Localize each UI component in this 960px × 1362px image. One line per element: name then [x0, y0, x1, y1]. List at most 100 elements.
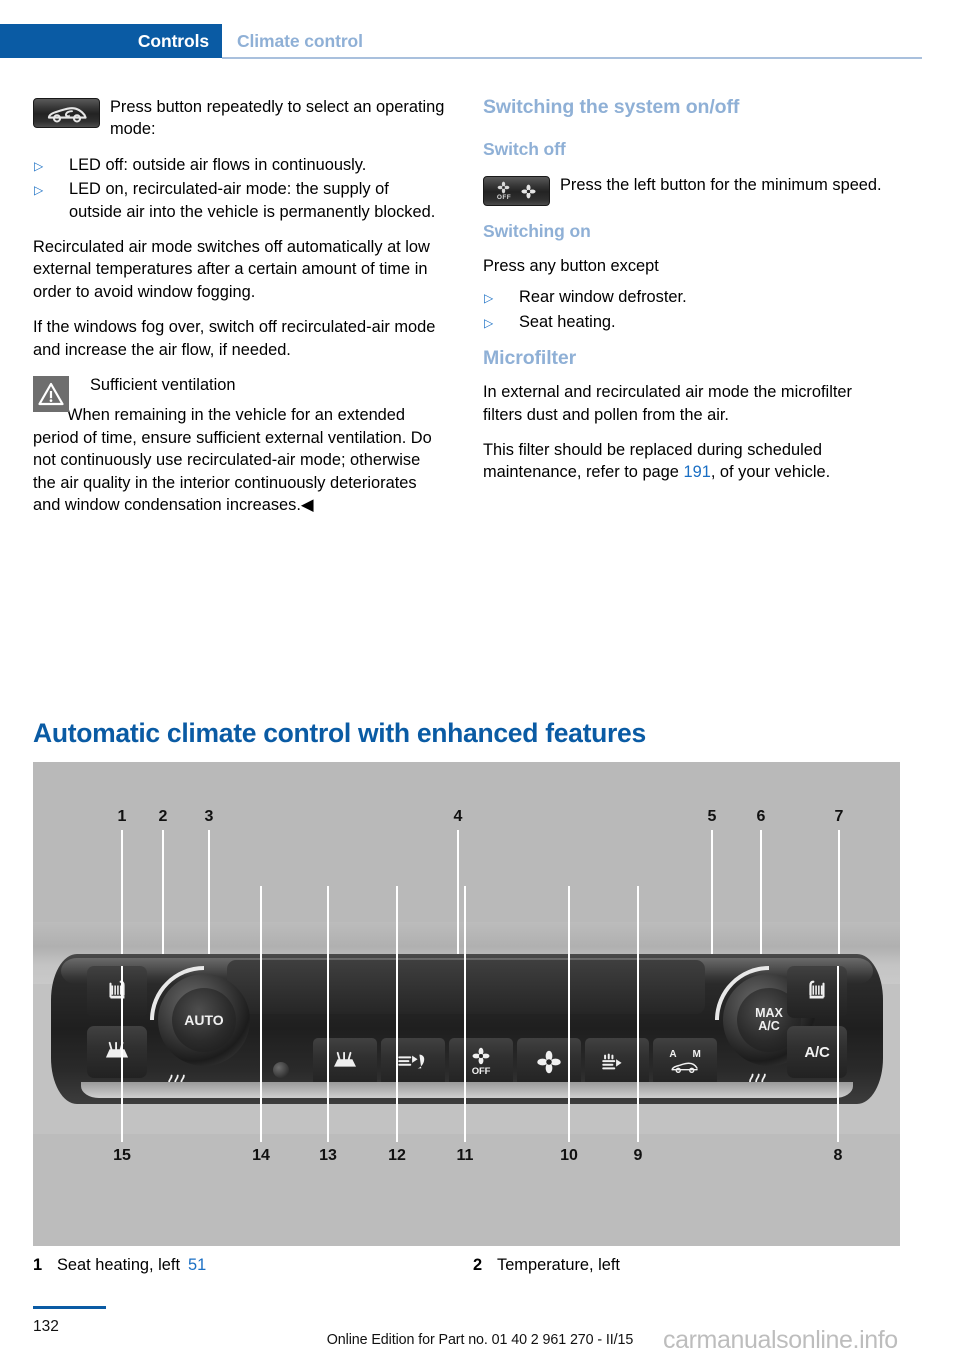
- car-recirculation-icon: [47, 106, 87, 122]
- climate-control-panel-figure: 1 2 3 4 5 6 7 AUTO OFF A M MAX A/C A/C 1…: [33, 762, 900, 1246]
- header-chapter-label: Controls: [137, 31, 209, 51]
- warning-title: Sufficient ventilation: [90, 376, 236, 395]
- warning-block: Sufficient ventilation When remaining in…: [33, 374, 445, 516]
- fan-icon: [472, 1047, 490, 1065]
- callout-number-4: 4: [453, 808, 463, 825]
- callout-number-6: 6: [756, 808, 766, 825]
- seat-heating-icon: [809, 980, 825, 999]
- callout-number-13: 13: [319, 1147, 337, 1164]
- seat-heating-icon: [109, 980, 125, 999]
- rear-window-defroster-icon: [105, 1041, 129, 1058]
- bullet-text: Rear window defroster.: [519, 288, 687, 307]
- recirculation-mode-block: Press button repeatedly to select an ope…: [33, 96, 445, 141]
- callout-number-11: 11: [456, 1147, 474, 1164]
- fan-icon-small: [498, 181, 510, 194]
- legend-page-reference-51[interactable]: 51: [188, 1254, 206, 1276]
- callout-leader-15: [121, 966, 123, 1142]
- callout-leader-8: [837, 966, 839, 1142]
- page-header: Controls Climate control: [0, 24, 960, 59]
- fan-icon: [521, 184, 536, 198]
- fan-off-button[interactable]: OFF: [449, 1038, 513, 1086]
- header-section-label: Climate control: [237, 31, 363, 51]
- legend-label: Temperature, left: [497, 1256, 620, 1274]
- callout-number-5: 5: [707, 808, 717, 825]
- airflow-upper-icon: [398, 1054, 425, 1069]
- fan-icon: [537, 1050, 561, 1074]
- heading-switch-off: Switch off: [483, 139, 566, 159]
- list-item: ▷ Rear window defroster.: [483, 286, 895, 308]
- recirc-auto-label: A: [669, 1049, 677, 1060]
- callout-number-2: 2: [158, 808, 168, 825]
- legend-item-1: 1 Seat heating, left 51: [33, 1254, 473, 1276]
- callout-leader-12: [396, 886, 398, 1142]
- console-display-panel: [227, 960, 705, 1014]
- warning-icon-box: [33, 376, 69, 413]
- car-recirculation-icon: [671, 1062, 698, 1073]
- page-reference-link-191[interactable]: 191: [683, 463, 710, 481]
- header-divider: [222, 57, 922, 59]
- recirculation-auto-manual-button[interactable]: A M: [653, 1038, 717, 1086]
- window-fog-paragraph: If the windows fog over, switch off reci…: [33, 318, 436, 359]
- heading-switching-on: Switching on: [483, 221, 591, 241]
- warning-triangle-icon: [38, 382, 64, 406]
- callout-number-3: 3: [204, 808, 214, 825]
- airflow-distribution-button-1[interactable]: [381, 1038, 445, 1086]
- microfilter-paragraph-1: In external and recirculated air mode th…: [483, 383, 852, 424]
- legend-number: 2: [473, 1256, 483, 1274]
- callout-leader-13: [327, 886, 329, 1142]
- figure-legend: 1 Seat heating, left 51 2 Temperature, l…: [33, 1254, 913, 1276]
- front-defroster-icon: [334, 1051, 356, 1067]
- recirculation-button-icon: [33, 98, 100, 128]
- triangle-bullet-icon: ▷: [484, 315, 494, 330]
- legend-number: 1: [33, 1256, 43, 1274]
- front-defroster-button[interactable]: [313, 1038, 377, 1086]
- callout-number-14: 14: [252, 1147, 270, 1164]
- callout-number-9: 9: [633, 1147, 643, 1164]
- callout-number-10: 10: [560, 1147, 578, 1164]
- legend-row: 1 Seat heating, left 51 2 Temperature, l…: [33, 1254, 913, 1276]
- bullet-text: LED on, recirculated-air mode: the suppl…: [69, 180, 436, 221]
- legend-label: Seat heating, left: [57, 1256, 181, 1274]
- section-title: Automatic climate control with enhanced …: [33, 718, 646, 748]
- recirc-manual-label: M: [692, 1049, 701, 1060]
- console-lower-edge: [81, 1082, 853, 1098]
- callout-number-1: 1: [117, 808, 127, 825]
- fan-off-icon: OFF: [497, 181, 511, 201]
- watermark-text: carmanualsonline.info: [663, 1326, 898, 1354]
- footer-divider: [33, 1306, 106, 1309]
- climate-console: AUTO OFF A M MAX A/C A/C: [51, 943, 883, 1104]
- switching-on-exceptions-list: ▷ Rear window defroster. ▷ Seat heating.: [483, 286, 895, 333]
- warning-body-text: When remaining in the vehicle for an ext…: [33, 406, 432, 515]
- heading-switching-system: Switching the system on/off: [483, 96, 740, 118]
- callout-leader-11: [464, 886, 466, 1142]
- list-item: ▷ LED on, recirculated-air mode: the sup…: [33, 178, 445, 223]
- switching-on-intro: Press any button except: [483, 257, 659, 275]
- seat-heating-left-button[interactable]: [87, 966, 147, 1018]
- microfilter-text-after: , of your vehicle.: [710, 463, 831, 482]
- heading-microfilter: Microfilter: [483, 347, 577, 370]
- fan-speed-button[interactable]: [517, 1038, 581, 1086]
- triangle-bullet-icon: ▷: [484, 291, 494, 306]
- led-indicator: [273, 1062, 289, 1078]
- legend-item-2: 2 Temperature, left: [473, 1254, 913, 1276]
- list-item: ▷ LED off: outside air flows in continuo…: [33, 154, 445, 176]
- auto-switch-off-paragraph: Recirculated air mode switches off autom…: [33, 238, 430, 301]
- triangle-bullet-icon: ▷: [34, 158, 44, 173]
- callout-leader-9: [637, 886, 639, 1142]
- callout-number-7: 7: [834, 808, 844, 825]
- fan-off-label: OFF: [471, 1066, 491, 1077]
- triangle-bullet-icon: ▷: [34, 183, 44, 198]
- ac-button-label: A/C: [804, 1043, 830, 1061]
- led-mode-bullet-list: ▷ LED off: outside air flows in continuo…: [33, 154, 445, 223]
- callout-leader-14: [260, 886, 262, 1142]
- airflow-distribution-button-2[interactable]: [585, 1038, 649, 1086]
- right-column: Switching the system on/off Switch off O…: [483, 96, 895, 497]
- list-item: ▷ Seat heating.: [483, 311, 895, 333]
- callout-number-15: 15: [113, 1147, 131, 1164]
- bullet-text: LED off: outside air flows in continuous…: [69, 155, 367, 174]
- callout-leader-10: [568, 886, 570, 1142]
- microfilter-paragraph-2: This filter should be replaced during sc…: [483, 439, 895, 484]
- fan-off-label: OFF: [496, 193, 512, 201]
- rear-defroster-button[interactable]: [87, 1026, 147, 1078]
- left-column: Press button repeatedly to select an ope…: [33, 96, 445, 530]
